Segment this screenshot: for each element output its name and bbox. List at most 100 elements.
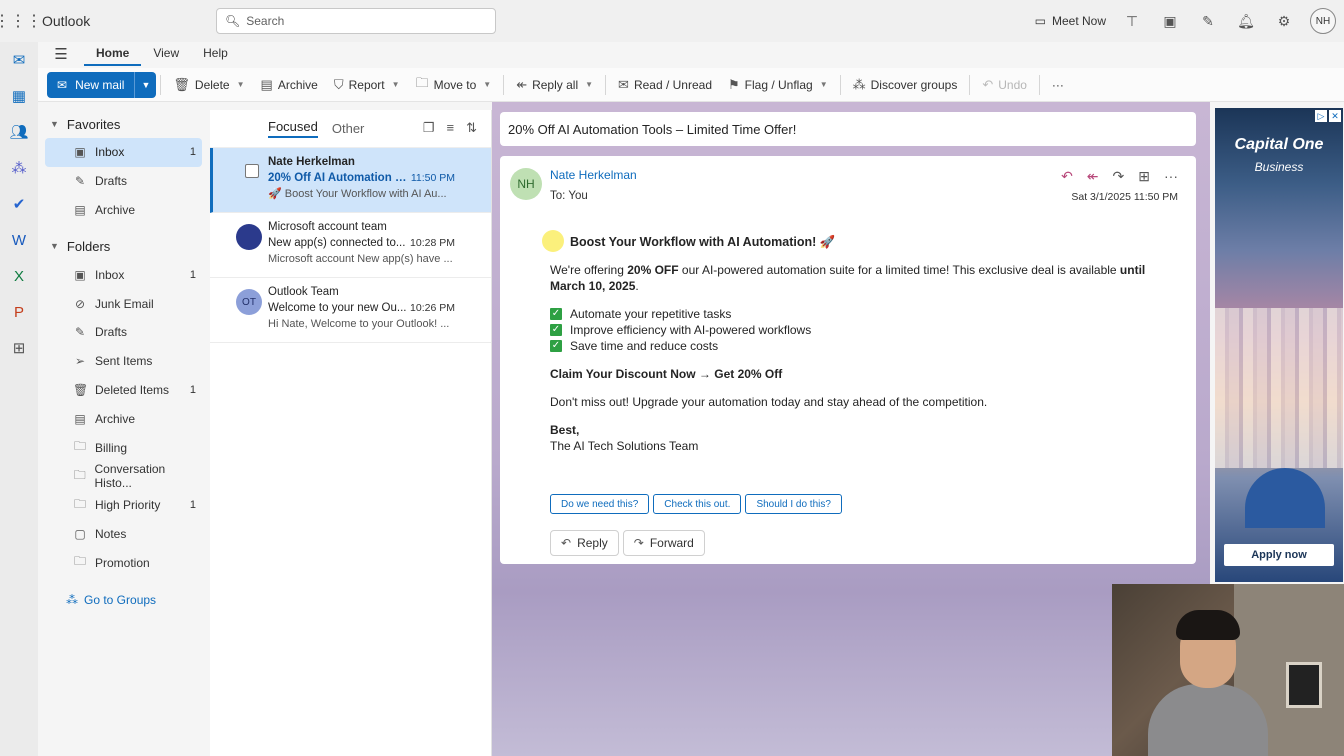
mail-icon[interactable]: ✉ [0,42,38,78]
folder-item-conversation-history[interactable]: 🗀 Conversation Histo... [45,462,202,491]
favorites-header[interactable]: ▼ Favorites [38,110,210,138]
list-header-icons: ❐ ≡ ⇅ [423,120,477,136]
go-to-groups-link[interactable]: ⁂ Go to Groups [38,585,210,615]
more-apps-icon[interactable]: ⊞ [0,330,38,366]
folder-item-deleted[interactable]: 🗑︎ Deleted Items 1 [45,376,202,405]
chevron-down-icon[interactable]: ▼ [392,80,400,89]
advertisement[interactable]: ▷ ✕ Capital One Business Apply now [1215,108,1343,582]
select-icon[interactable]: ❐ [423,120,435,136]
tab-focused[interactable]: Focused [268,119,318,138]
folder-item-billing[interactable]: 🗀 Billing [45,433,202,462]
message-item[interactable]: OT Outlook Team Welcome to your new Ou..… [210,278,491,343]
meet-now-button[interactable]: ▭ Meet Now [1035,14,1106,28]
signature: The AI Tech Solutions Team [550,439,699,453]
feedback-icon[interactable]: ✎ [1196,9,1220,33]
reply-all-icon[interactable]: ↞ [1087,168,1099,185]
reply-button[interactable]: ↶ Reply [550,530,619,556]
forward-button[interactable]: ↷ Forward [622,530,705,556]
search-input[interactable]: 🔍︎ Search [216,8,496,34]
message-list: Focused Other ❐ ≡ ⇅ Nate Herkelman 20% O… [210,110,492,756]
new-mail-label: New mail [75,77,125,92]
people-icon[interactable]: 👥︎ [0,114,38,150]
chevron-down-icon[interactable]: ▼ [483,80,491,89]
favorite-item-inbox[interactable]: ▣ Inbox 1 [45,138,202,167]
message-subject: New app(s) connected to... [268,237,406,249]
folder-item-archive[interactable]: ▤ Archive [45,404,202,433]
sort-icon[interactable]: ⇅ [466,120,477,136]
excel-app-icon[interactable]: X [0,258,38,294]
new-mail-dropdown-icon[interactable]: ▼ [134,71,156,98]
flag-unflag-button[interactable]: ⚑ Flag / Unflag ▼ [720,72,836,98]
ad-info-icon[interactable]: ▷ [1315,110,1327,122]
trash-icon: 🗑︎ [173,76,190,92]
select-checkbox[interactable] [245,164,259,178]
report-button[interactable]: ⛉ Report ▼ [326,72,408,98]
folder-item-sent[interactable]: ➢ Sent Items [45,347,202,376]
folders-header[interactable]: ▼ Folders [38,232,210,260]
hamburger-menu-icon[interactable]: ☰ [38,45,84,63]
undo-button[interactable]: ↶ Undo [974,72,1035,98]
suggested-reply-button[interactable]: Should I do this? [745,494,842,514]
reply-all-button[interactable]: ↞ Reply all ▼ [508,72,601,98]
move-to-button[interactable]: 🗀 Move to ▼ [408,72,500,98]
message-item[interactable]: Nate Herkelman 20% Off AI Automation T..… [210,148,491,213]
powerpoint-app-icon[interactable]: P [0,294,38,330]
search-placeholder: Search [246,14,285,28]
app-launcher-icon[interactable]: ⋮⋮⋮ [0,0,42,42]
sender-name[interactable]: Nate Herkelman [550,168,637,182]
suggested-reply-button[interactable]: Check this out. [653,494,742,514]
teams-icon[interactable]: ⊤ [1120,9,1144,33]
delete-button[interactable]: 🗑︎ Delete ▼ [165,72,252,98]
folder-item-junk[interactable]: ⊘ Junk Email [45,289,202,318]
groups-icon[interactable]: ⁂ [0,150,38,186]
filter-icon[interactable]: ≡ [447,120,455,136]
folder-item-high-priority[interactable]: 🗀 High Priority 1 [45,491,202,520]
tab-home[interactable]: Home [84,42,142,66]
more-icon[interactable]: ··· [1164,168,1178,185]
chevron-down-icon[interactable]: ▼ [820,80,828,89]
message-sender: Microsoft account team [268,221,387,233]
folder-item-drafts[interactable]: ✎ Drafts [45,318,202,347]
read-unread-button[interactable]: ✉ Read / Unread [610,72,720,98]
signoff: Best, [550,423,580,437]
archive-icon: ▤ [74,202,86,217]
folder-item-inbox[interactable]: ▣ Inbox 1 [45,260,202,289]
favorite-item-drafts[interactable]: ✎ Drafts [45,167,202,196]
bell-icon[interactable]: 🔔︎ [1234,9,1258,33]
folder-item-promotion[interactable]: 🗀 Promotion [45,548,202,577]
message-item[interactable]: Microsoft account team New app(s) connec… [210,213,491,278]
archive-label: Archive [277,77,318,92]
forward-icon[interactable]: ↷ [1113,168,1125,185]
chevron-down-icon[interactable]: ▼ [237,80,245,89]
move-to-label: Move to [433,77,477,92]
more-options-button[interactable]: ··· [1044,72,1072,98]
app-title[interactable]: Outlook [42,13,212,29]
gear-icon[interactable]: ⚙ [1272,9,1296,33]
chevron-down-icon[interactable]: ▼ [585,80,593,89]
favorite-item-archive[interactable]: ▤ Archive [45,196,202,225]
calendar-icon[interactable]: ▦ [0,78,38,114]
suggested-reply-button[interactable]: Do we need this? [550,494,650,514]
word-app-icon[interactable]: W [0,222,38,258]
todo-icon[interactable]: ✔ [0,186,38,222]
message-sender: Nate Herkelman [268,156,355,168]
word-icon[interactable]: ▣ [1158,9,1182,33]
apply-now-button[interactable]: Apply now [1224,544,1334,566]
apps-icon[interactable]: ⊞ [1138,168,1150,185]
reply-icon[interactable]: ↶ [1061,168,1073,185]
email-body: Boost Your Workflow with AI Automation! … [542,230,1170,454]
sender-avatar[interactable]: NH [510,168,542,200]
tab-view[interactable]: View [141,42,191,66]
folder-label: High Priority [95,498,161,513]
tab-other[interactable]: Other [332,121,365,136]
message-sender: Outlook Team [268,286,339,298]
folder-item-notes[interactable]: ▢ Notes [45,520,202,549]
tab-help[interactable]: Help [191,42,240,66]
webcam-picture-frame [1286,662,1322,708]
folder-label: Inbox [95,145,125,160]
avatar[interactable]: NH [1310,8,1336,34]
new-mail-button[interactable]: ✉ New mail [47,72,134,98]
close-icon[interactable]: ✕ [1329,110,1341,122]
archive-button[interactable]: ▤ Archive [253,72,326,98]
discover-groups-button[interactable]: ⁂ Discover groups [845,72,966,98]
